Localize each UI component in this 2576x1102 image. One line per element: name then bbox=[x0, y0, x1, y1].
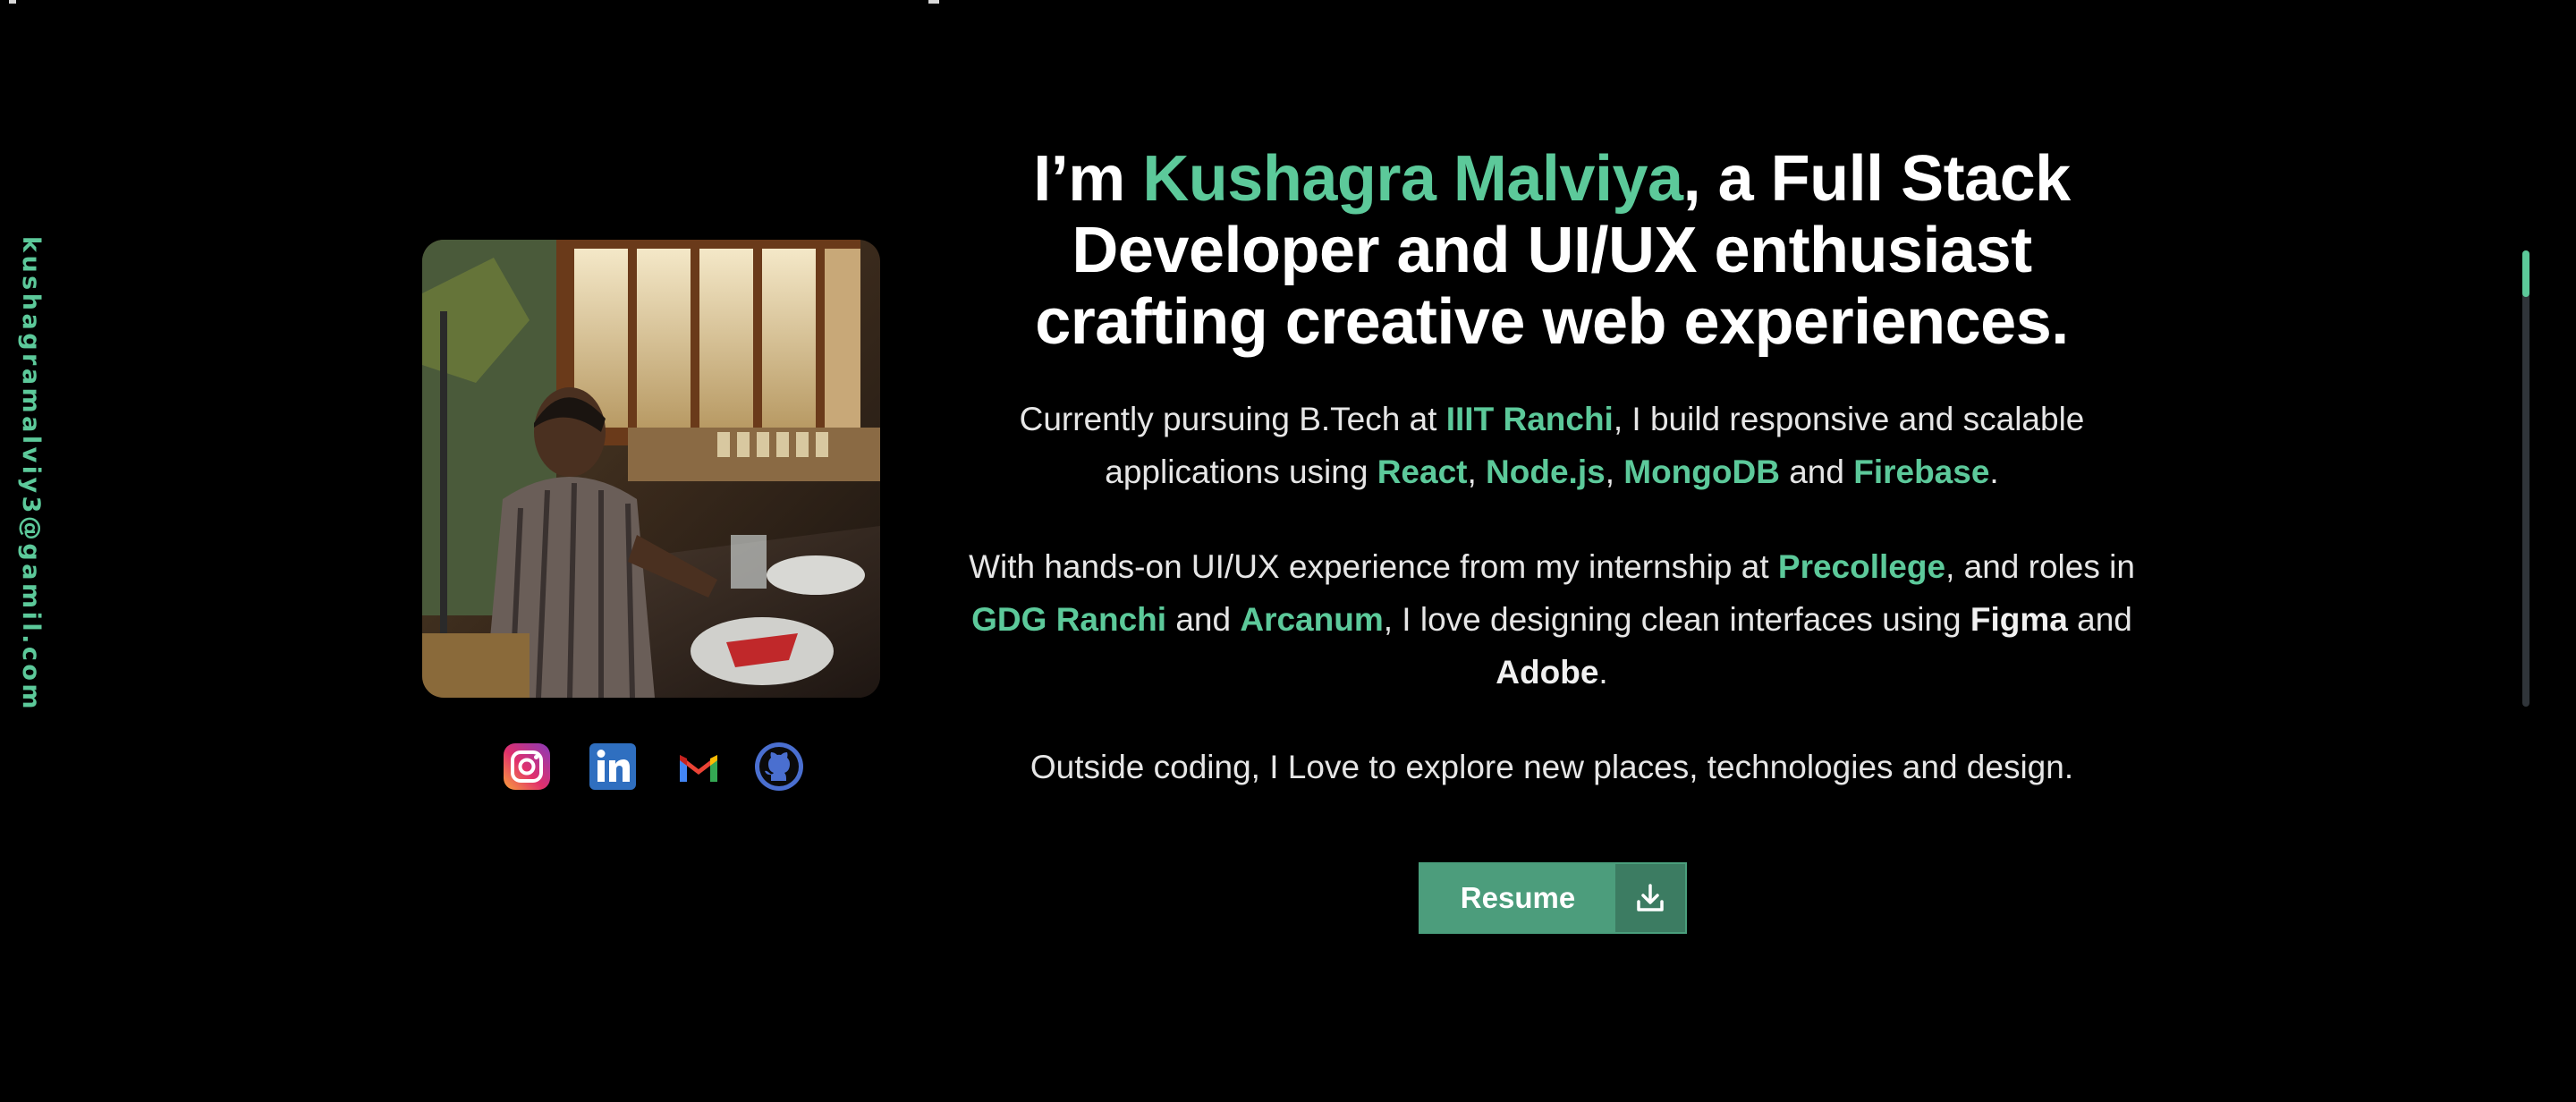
scrollbar-thumb[interactable] bbox=[2522, 250, 2529, 297]
social-links bbox=[501, 741, 809, 794]
gmail-link[interactable] bbox=[673, 741, 724, 793]
p1-comma-2: , bbox=[1605, 454, 1624, 490]
p2-text-3: , I love designing clean interfaces usin… bbox=[1383, 601, 1970, 638]
p1-and: and bbox=[1779, 454, 1854, 490]
precollege-highlight: Precollege bbox=[1777, 548, 1946, 585]
download-icon-svg bbox=[1637, 884, 1664, 911]
p1-period: . bbox=[1989, 454, 1999, 490]
hero-headline: I’m Kushagra Malviya, a Full Stack Devel… bbox=[948, 143, 2156, 358]
instagram-link[interactable] bbox=[501, 741, 553, 793]
hero-name: Kushagra Malviya bbox=[1142, 143, 1683, 215]
college-highlight: IIIT Ranchi bbox=[1445, 401, 1614, 437]
linkedin-icon bbox=[589, 743, 636, 790]
top-mark-left bbox=[9, 0, 16, 4]
intro-paragraph: Currently pursuing B.Tech at IIIT Ranchi… bbox=[948, 393, 2156, 498]
linkedin-link[interactable] bbox=[587, 741, 639, 793]
adobe-highlight: Adobe bbox=[1496, 654, 1599, 691]
p2-period: . bbox=[1598, 654, 1608, 691]
hobbies-paragraph: Outside coding, I Love to explore new pl… bbox=[1030, 749, 2074, 785]
headline-prefix: I’m bbox=[1033, 143, 1143, 215]
resume-download-button[interactable]: Resume bbox=[1419, 862, 1687, 934]
experience-paragraph: With hands-on UI/UX experience from my i… bbox=[948, 540, 2156, 699]
arcanum-highlight: Arcanum bbox=[1240, 601, 1384, 638]
download-icon bbox=[1615, 864, 1685, 932]
node-highlight: Node.js bbox=[1486, 454, 1606, 490]
profile-photo bbox=[422, 240, 880, 698]
instagram-icon bbox=[504, 743, 550, 790]
sidebar-email-link[interactable]: kushagramalviy3@gamil.com bbox=[17, 236, 45, 712]
figma-highlight: Figma bbox=[1970, 601, 2068, 638]
p2-text-2: , and roles in bbox=[1945, 548, 2135, 585]
github-link[interactable] bbox=[753, 741, 805, 793]
resume-button-label: Resume bbox=[1420, 864, 1615, 932]
mongodb-highlight: MongoDB bbox=[1623, 454, 1780, 490]
profile-photo-image bbox=[422, 240, 880, 698]
github-icon bbox=[755, 742, 803, 791]
firebase-highlight: Firebase bbox=[1853, 454, 1990, 490]
hero-content: I’m Kushagra Malviya, a Full Stack Devel… bbox=[948, 143, 2156, 793]
page-scrollbar[interactable] bbox=[2522, 250, 2529, 707]
p1-comma-1: , bbox=[1467, 454, 1487, 490]
react-highlight: React bbox=[1377, 454, 1468, 490]
p2-and-1: and bbox=[1166, 601, 1241, 638]
p1-text-1: Currently pursuing B.Tech at bbox=[1019, 401, 1446, 437]
top-mark-right bbox=[928, 0, 939, 4]
p2-and-2: and bbox=[2067, 601, 2132, 638]
gmail-icon bbox=[680, 755, 717, 782]
p2-text-1: With hands-on UI/UX experience from my i… bbox=[969, 548, 1778, 585]
gdg-highlight: GDG Ranchi bbox=[971, 601, 1167, 638]
